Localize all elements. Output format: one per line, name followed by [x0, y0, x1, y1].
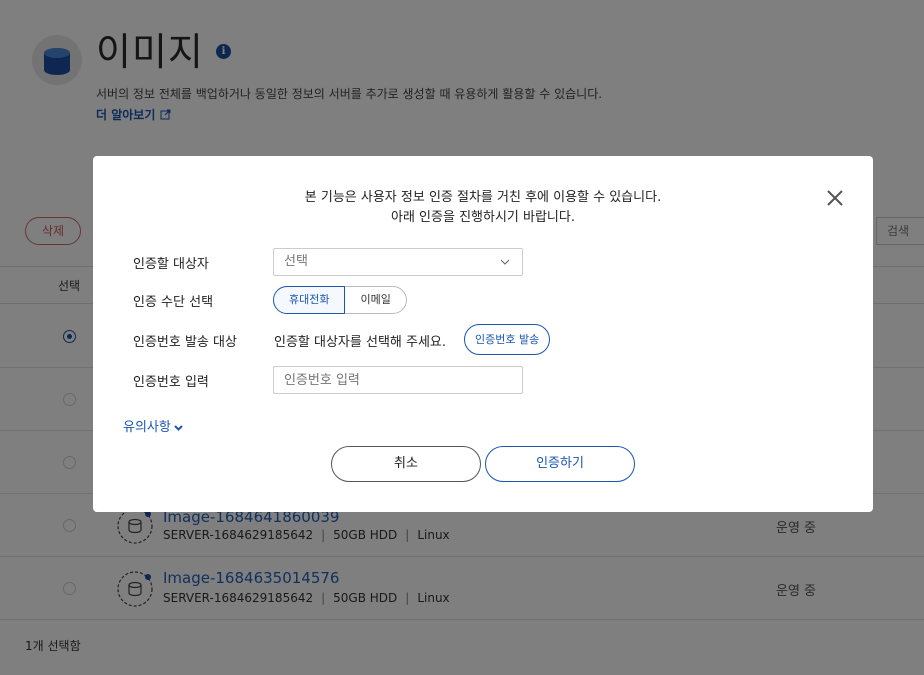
send-target-value: 인증할 대상자를 선택해 주세요. — [274, 335, 447, 350]
modal-message-line2: 아래 인증을 진행하시기 바랍니다. — [391, 210, 575, 225]
target-select[interactable]: 선택 — [273, 248, 523, 276]
chevron-down-icon — [500, 259, 510, 265]
send-code-button[interactable]: 인증번호 발송 — [464, 324, 551, 355]
modal-message: 본 기능은 사용자 정보 인증 절차를 거친 후에 이용할 수 있습니다. 아래… — [93, 188, 873, 228]
chevron-down-icon — [174, 425, 183, 431]
method-phone-button[interactable]: 휴대전화 — [273, 286, 346, 314]
code-input[interactable] — [273, 366, 523, 394]
verification-modal: 본 기능은 사용자 정보 인증 절차를 거친 후에 이용할 수 있습니다. 아래… — [93, 156, 873, 512]
verify-button[interactable]: 인증하기 — [485, 446, 635, 482]
method-email-button[interactable]: 이메일 — [345, 286, 407, 314]
method-label: 인증 수단 선택 — [133, 295, 214, 310]
target-select-value: 선택 — [284, 254, 308, 269]
code-label: 인증번호 입력 — [133, 375, 209, 390]
notice-toggle[interactable]: 유의사항 — [123, 416, 183, 435]
method-segmented-control: 휴대전화 이메일 — [273, 286, 407, 314]
send-target-label: 인증번호 발송 대상 — [133, 335, 237, 350]
modal-message-line1: 본 기능은 사용자 정보 인증 절차를 거친 후에 이용할 수 있습니다. — [304, 190, 662, 205]
target-label: 인증할 대상자 — [133, 257, 209, 272]
cancel-button[interactable]: 취소 — [331, 446, 481, 482]
notice-toggle-label: 유의사항 — [123, 420, 171, 435]
